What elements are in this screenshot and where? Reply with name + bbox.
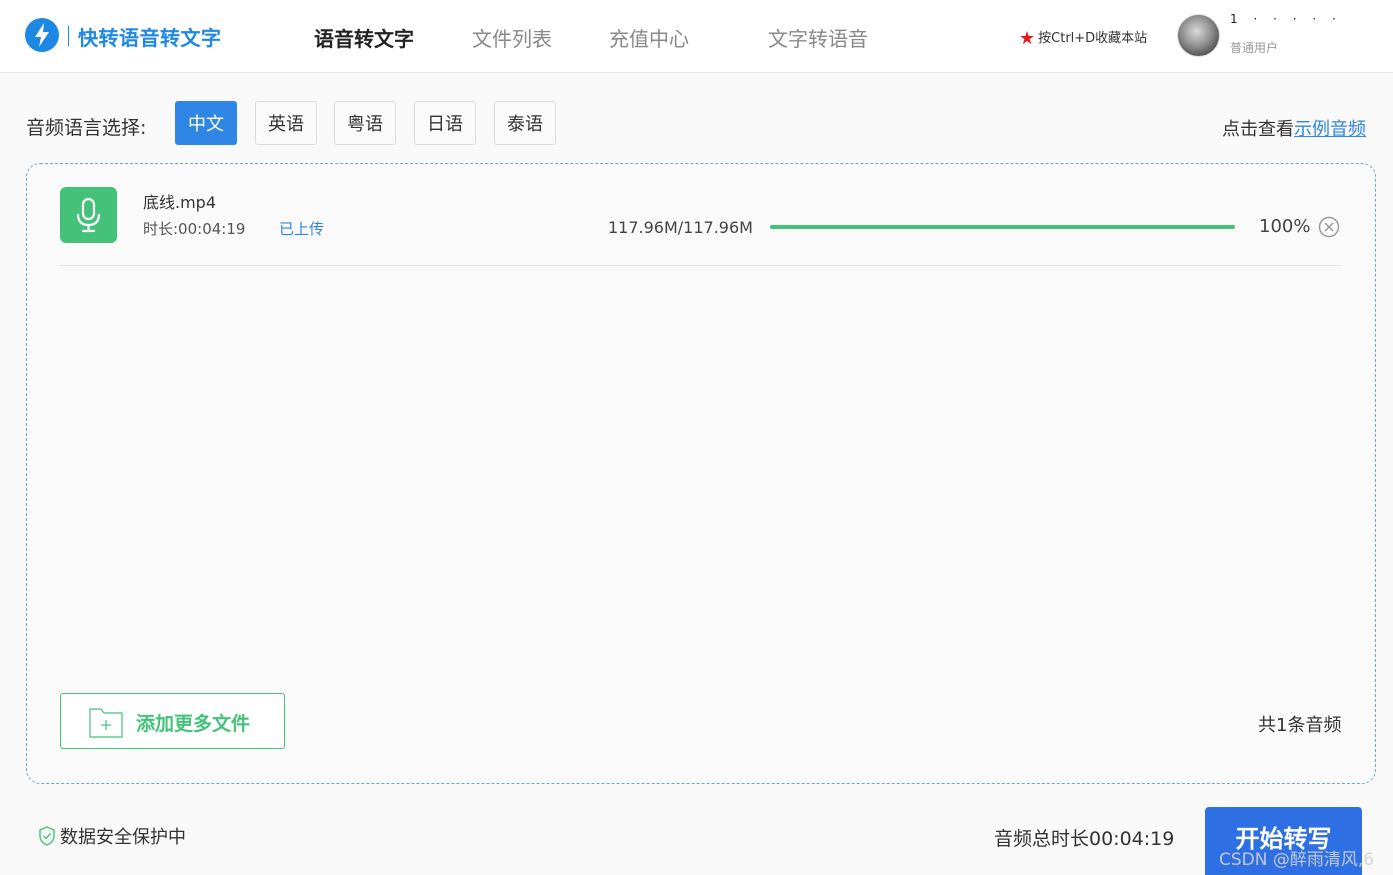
top-header: 快转语音转文字 语音转文字 文件列表 充值中心 文字转语音 ★ 按Ctrl+D收藏… bbox=[0, 0, 1393, 73]
audio-count: 共1条音频 bbox=[1258, 715, 1342, 736]
file-row-divider bbox=[60, 265, 1341, 266]
logo-separator bbox=[68, 26, 69, 46]
sample-prefix: 点击查看 bbox=[1222, 119, 1294, 140]
language-label: 音频语言选择: bbox=[26, 117, 147, 139]
file-size: 117.96M/117.96M bbox=[608, 218, 753, 237]
lang-option-cantonese[interactable]: 粤语 bbox=[334, 101, 396, 145]
sample-audio-hint: 点击查看示例音频 bbox=[1222, 115, 1366, 141]
lang-option-chinese[interactable]: 中文 bbox=[175, 101, 237, 145]
upload-percent: 100% bbox=[1259, 216, 1311, 237]
total-audio-duration: 音频总时长00:04:19 bbox=[994, 828, 1175, 850]
nav-text-to-speech[interactable]: 文字转语音 bbox=[768, 23, 868, 52]
bookmark-hint-text: 按Ctrl+D收藏本站 bbox=[1038, 31, 1148, 46]
user-role: 普通用户 bbox=[1230, 41, 1279, 55]
microphone-icon bbox=[60, 187, 117, 243]
remove-file-close-icon[interactable] bbox=[1318, 216, 1340, 238]
sample-audio-link[interactable]: 示例音频 bbox=[1294, 119, 1366, 140]
upload-status: 已上传 bbox=[279, 220, 325, 238]
shield-check-icon bbox=[39, 826, 55, 846]
file-name: 底线.mp4 bbox=[143, 193, 217, 212]
folder-add-icon bbox=[89, 708, 123, 738]
nav-recharge-center[interactable]: 充值中心 bbox=[609, 23, 689, 52]
upload-area[interactable] bbox=[26, 163, 1376, 784]
star-icon: ★ bbox=[1019, 28, 1036, 49]
lang-option-english[interactable]: 英语 bbox=[255, 101, 317, 145]
app-title[interactable]: 快转语音转文字 bbox=[78, 22, 222, 51]
add-more-files-label: 添加更多文件 bbox=[136, 713, 251, 735]
data-security-notice: 数据安全保护中 bbox=[38, 823, 186, 849]
bookmark-hint[interactable]: ★ 按Ctrl+D收藏本站 bbox=[1019, 27, 1147, 49]
lang-option-japanese[interactable]: 日语 bbox=[414, 101, 476, 145]
nav-speech-to-text[interactable]: 语音转文字 bbox=[314, 23, 414, 52]
upload-progress-bar bbox=[770, 225, 1235, 229]
user-name[interactable]: 1 · · · · · bbox=[1230, 12, 1342, 26]
watermark: CSDN @醉雨清风,6 bbox=[1219, 850, 1375, 870]
avatar[interactable] bbox=[1177, 14, 1220, 57]
file-duration: 时长:00:04:19 bbox=[143, 220, 246, 238]
lightning-logo-icon[interactable] bbox=[25, 18, 59, 52]
add-more-files-button[interactable]: 添加更多文件 bbox=[60, 693, 285, 749]
lang-option-thai[interactable]: 泰语 bbox=[494, 101, 556, 145]
nav-file-list[interactable]: 文件列表 bbox=[472, 23, 552, 52]
data-security-text: 数据安全保护中 bbox=[60, 827, 186, 848]
upload-progress-fill bbox=[770, 225, 1235, 229]
